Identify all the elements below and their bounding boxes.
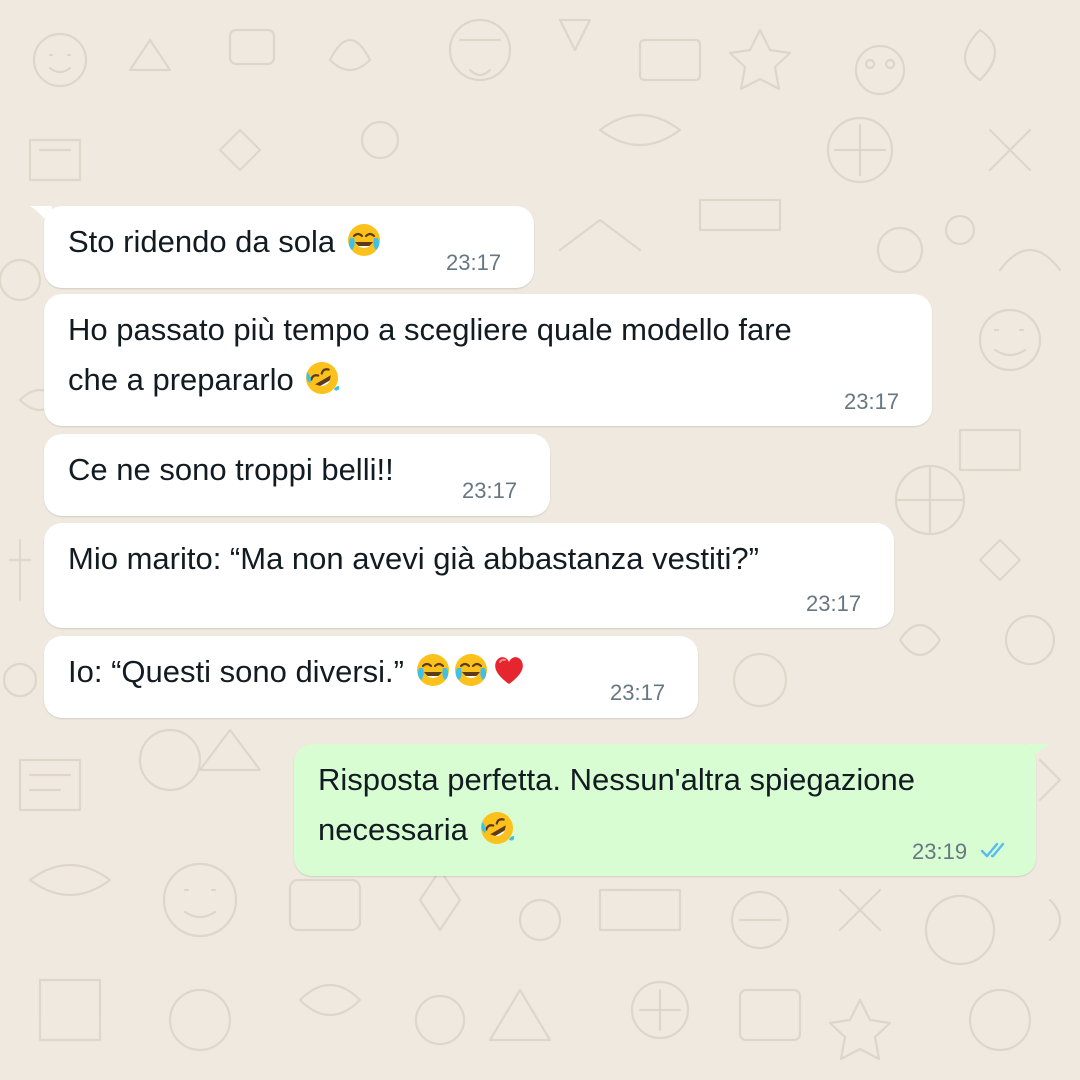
message-timestamp: 23:17 <box>610 680 666 705</box>
message-text: Mio marito: “Ma non avevi già abbastanza… <box>68 534 759 584</box>
rolling-on-the-floor-laughing-icon <box>479 810 515 846</box>
message-bubble-incoming[interactable]: Ho passato più tempo a scegliere quale m… <box>44 294 932 426</box>
message-line: che a prepararlo <box>68 355 792 405</box>
message-timestamp: 23:17 <box>462 478 518 503</box>
message-bubble-outgoing[interactable]: Risposta perfetta. Nessun'altra spiegazi… <box>294 744 1036 876</box>
rolling-on-the-floor-laughing-icon <box>304 360 340 396</box>
message-text: Risposta perfetta. Nessun'altra spiegazi… <box>318 755 915 855</box>
message-bubble-incoming[interactable]: Sto ridendo da sola 23:17 <box>44 206 534 288</box>
message-timestamp: 23:17 <box>806 591 862 616</box>
message-bubble-incoming[interactable]: Mio marito: “Ma non avevi già abbastanza… <box>44 523 894 628</box>
message-line: Mio marito: “Ma non avevi già abbastanza… <box>68 541 759 576</box>
message-bubble-incoming[interactable]: Ce ne sono troppi belli!! 23:17 <box>44 434 550 516</box>
message-text: Ho passato più tempo a scegliere quale m… <box>68 305 792 405</box>
message-line: necessaria <box>318 805 915 855</box>
message-line-text: necessaria <box>318 812 468 847</box>
face-with-tears-of-joy-icon <box>415 652 451 688</box>
message-timestamp: 23:19 <box>912 839 968 864</box>
red-heart-icon <box>491 652 527 688</box>
message-line: Io: “Questi sono diversi.” <box>68 654 404 689</box>
message-text: Sto ridendo da sola <box>68 217 382 267</box>
message-bubble-incoming[interactable]: Io: “Questi sono diversi.” 23:17 <box>44 636 698 718</box>
message-timestamp: 23:17 <box>844 389 900 414</box>
message-line: Ho passato più tempo a scegliere quale m… <box>68 312 792 347</box>
double-check-icon <box>980 842 1005 858</box>
message-timestamp: 23:17 <box>446 250 502 275</box>
conversation[interactable]: Sto ridendo da sola 23:17 Ho passato più… <box>0 0 1080 1080</box>
face-with-tears-of-joy-icon <box>346 222 382 258</box>
message-text: Io: “Questi sono diversi.” <box>68 647 527 697</box>
message-line: Sto ridendo da sola <box>68 224 336 259</box>
message-line-text: che a prepararlo <box>68 362 294 397</box>
message-line: Ce ne sono troppi belli!! <box>68 452 394 487</box>
message-line: Risposta perfetta. Nessun'altra spiegazi… <box>318 762 915 797</box>
face-with-tears-of-joy-icon <box>453 652 489 688</box>
message-text: Ce ne sono troppi belli!! <box>68 445 394 495</box>
